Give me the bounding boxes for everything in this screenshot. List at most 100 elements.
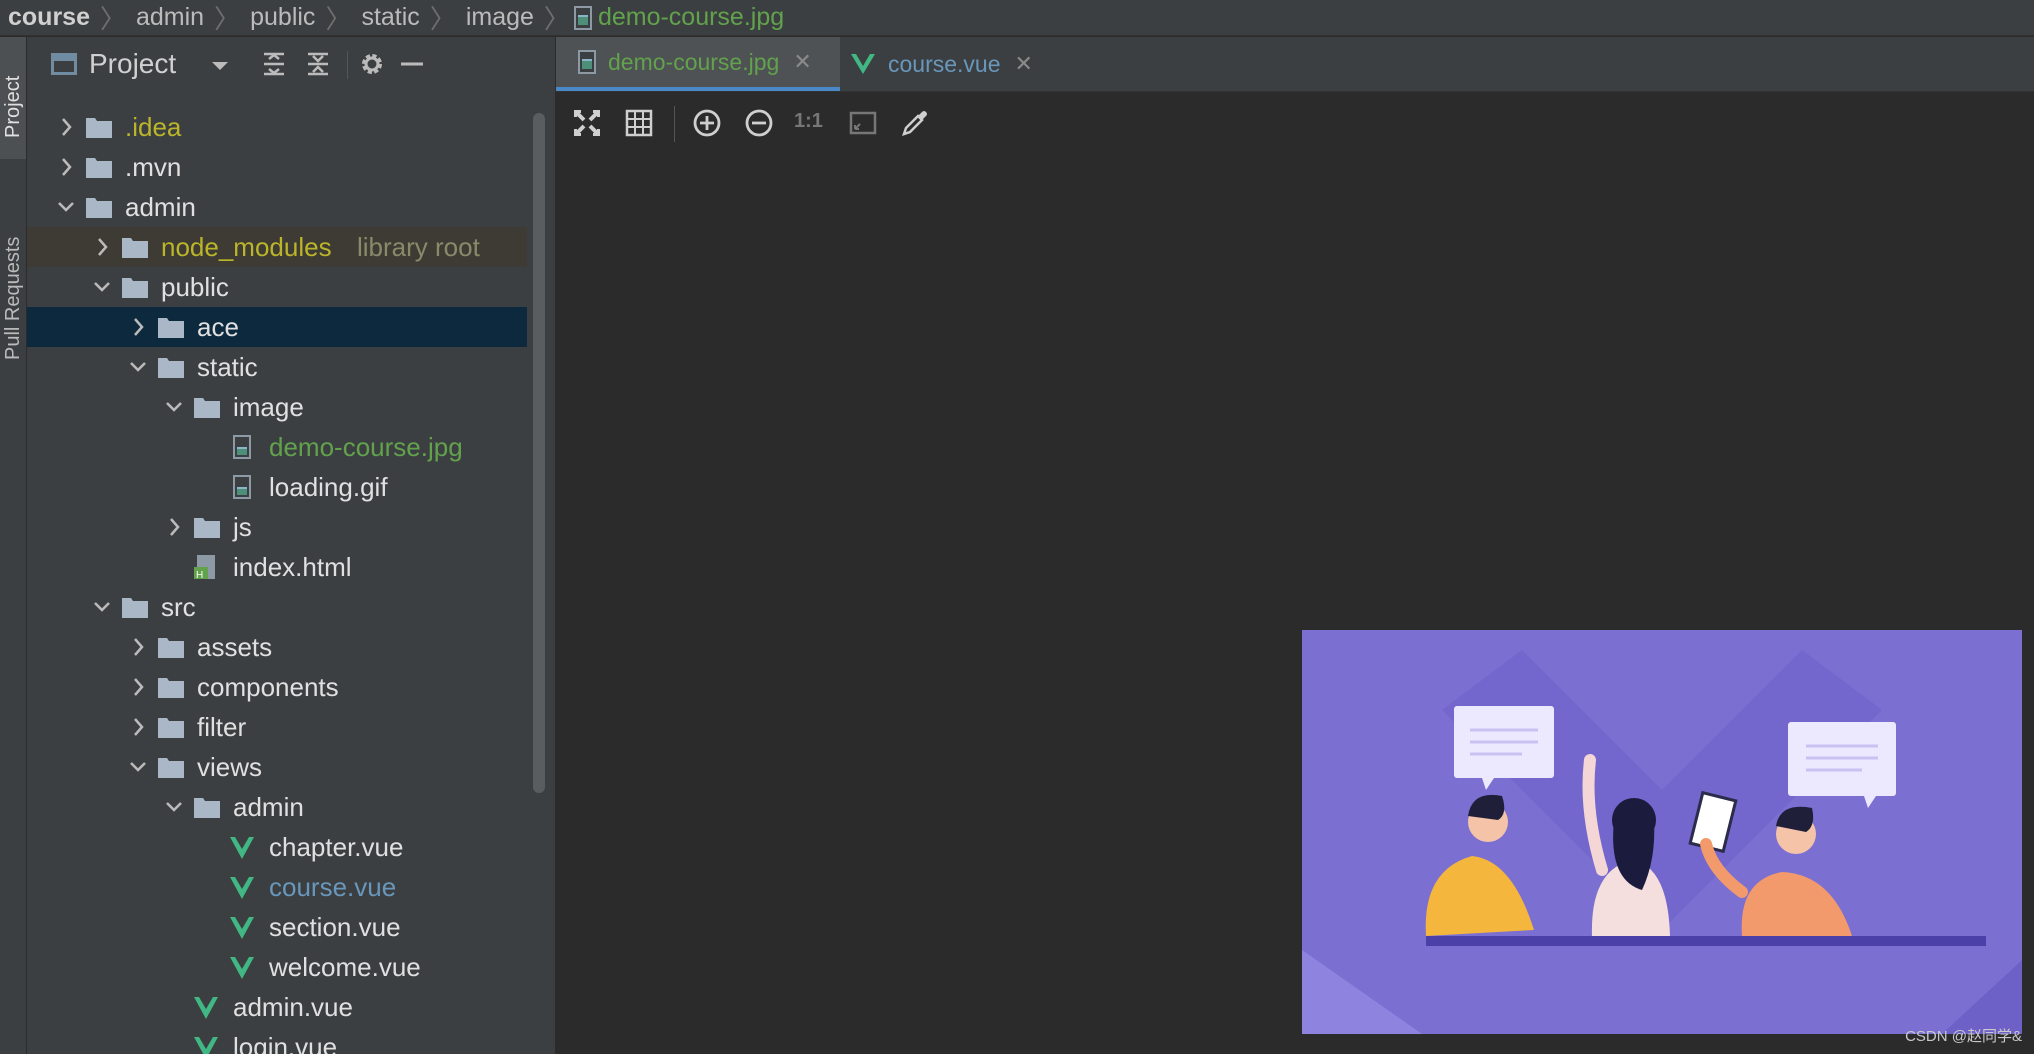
tree-row[interactable]: filter (27, 707, 527, 747)
chevron-down-icon[interactable] (165, 387, 183, 427)
breadcrumb-item-admin[interactable]: admin (130, 3, 210, 32)
tree-item-label: src (161, 592, 196, 622)
tree-row[interactable]: admin.vue (27, 987, 527, 1027)
vue-icon (230, 877, 254, 899)
project-panel-title[interactable]: Project (89, 48, 176, 80)
chevron-down-icon[interactable] (57, 187, 75, 227)
breadcrumb-item-public[interactable]: public (244, 3, 321, 32)
image-file-icon (233, 475, 251, 499)
tree-row[interactable]: image (27, 387, 527, 427)
tree-row[interactable]: demo-course.jpg (27, 427, 527, 467)
close-icon[interactable]: ✕ (793, 49, 811, 75)
chevron-down-icon[interactable] (93, 267, 111, 307)
tree-row[interactable]: views (27, 747, 527, 787)
fit-zoom-icon[interactable] (570, 106, 604, 140)
tree-row[interactable]: loading.gif (27, 467, 527, 507)
breadcrumb-item-file[interactable]: demo-course.jpg (592, 3, 790, 32)
chevron-down-icon[interactable] (205, 51, 235, 81)
html-file-icon: H (194, 555, 215, 581)
fit-window-icon[interactable] (846, 106, 880, 140)
folder-icon (122, 278, 148, 298)
tree-item-label: admin.vue (233, 992, 353, 1022)
collapse-all-icon[interactable] (303, 49, 333, 79)
image-preview (1302, 630, 2022, 1034)
chevron-right-icon[interactable] (165, 507, 183, 547)
tree-row[interactable]: public (27, 267, 527, 307)
tree-item-label: image (233, 392, 304, 422)
tree-item-label: section.vue (269, 912, 401, 942)
chevron-right-icon[interactable] (129, 667, 147, 707)
minimize-icon[interactable] (397, 49, 427, 79)
stripe-project-label[interactable]: Project (2, 76, 25, 138)
color-picker-icon[interactable] (898, 106, 932, 140)
breadcrumb-item-course[interactable]: course (0, 3, 96, 32)
tree-row[interactable]: node_modules library root (27, 227, 527, 267)
tree-row[interactable]: ace (27, 307, 527, 347)
zoom-out-icon[interactable] (742, 106, 776, 140)
tree-row[interactable]: course.vue (27, 867, 527, 907)
breadcrumb-separator: 〉 (543, 4, 570, 34)
tree-row[interactable]: admin (27, 187, 527, 227)
project-tree: .idea .mvn admin node_modules library root pu… (27, 99, 539, 1054)
tree-row[interactable]: login.vue (27, 1027, 527, 1054)
panel-header-divider (347, 51, 348, 79)
breadcrumb-separator: 〉 (99, 4, 126, 34)
close-icon[interactable]: ✕ (1015, 51, 1033, 77)
chevron-right-icon[interactable] (93, 227, 111, 267)
gear-icon[interactable] (357, 49, 387, 79)
zoom-in-icon[interactable] (690, 106, 724, 140)
breadcrumb-item-static[interactable]: static (355, 3, 425, 32)
chevron-right-icon[interactable] (129, 307, 147, 347)
grid-icon[interactable] (622, 106, 656, 140)
folder-icon (122, 238, 148, 258)
tree-row[interactable]: static (27, 347, 527, 387)
project-window-icon (51, 53, 77, 75)
folder-icon (158, 638, 184, 658)
tree-row[interactable]: chapter.vue (27, 827, 527, 867)
tree-scrollbar[interactable] (533, 113, 545, 793)
tree-item-label: admin (233, 792, 304, 822)
tree-item-label: node_modules (161, 232, 332, 262)
tree-item-label: ace (197, 312, 239, 342)
expand-all-icon[interactable] (259, 49, 289, 79)
tree-item-label: static (197, 352, 258, 382)
tree-row[interactable]: src (27, 587, 527, 627)
folder-icon (194, 518, 220, 538)
tree-item-label: components (197, 672, 339, 702)
chevron-right-icon[interactable] (57, 147, 75, 187)
project-panel: Project .idea .mvn admin node_modules librar… (27, 37, 556, 1054)
tool-window-stripe (0, 37, 27, 1054)
tree-row[interactable]: Hindex.html (27, 547, 527, 587)
tab-demo-course-jpg[interactable]: demo-course.jpg ✕ (556, 37, 840, 91)
tree-row[interactable]: assets (27, 627, 527, 667)
tree-row[interactable]: .mvn (27, 147, 527, 187)
tree-row[interactable]: .idea (27, 107, 527, 147)
chevron-right-icon[interactable] (129, 707, 147, 747)
tree-item-label: .mvn (125, 152, 182, 182)
tree-item-label: course.vue (269, 872, 397, 902)
tree-item-label: filter (197, 712, 247, 742)
vue-icon (194, 1037, 218, 1054)
breadcrumb-separator: 〉 (429, 4, 456, 34)
stripe-pull-requests-label[interactable]: Pull Requests (2, 237, 25, 360)
tree-row[interactable]: welcome.vue (27, 947, 527, 987)
tree-item-label: index.html (233, 552, 352, 582)
vue-icon (851, 54, 875, 74)
tab-course-vue[interactable]: course.vue ✕ (844, 37, 1084, 91)
folder-icon (158, 758, 184, 778)
chevron-right-icon[interactable] (57, 107, 75, 147)
tree-item-label: loading.gif (269, 472, 388, 502)
editor-area: demo-course.jpg ✕ course.vue ✕ 1:1 (556, 37, 2034, 1054)
breadcrumb-item-image[interactable]: image (460, 3, 540, 32)
chevron-down-icon[interactable] (93, 587, 111, 627)
tree-row[interactable]: js (27, 507, 527, 547)
chevron-down-icon[interactable] (129, 747, 147, 787)
chevron-down-icon[interactable] (165, 787, 183, 827)
tree-row[interactable]: components (27, 667, 527, 707)
chevron-right-icon[interactable] (129, 627, 147, 667)
tree-item-label: chapter.vue (269, 832, 404, 862)
tree-row[interactable]: admin (27, 787, 527, 827)
actual-size-button[interactable]: 1:1 (794, 110, 828, 144)
chevron-down-icon[interactable] (129, 347, 147, 387)
tree-row[interactable]: section.vue (27, 907, 527, 947)
